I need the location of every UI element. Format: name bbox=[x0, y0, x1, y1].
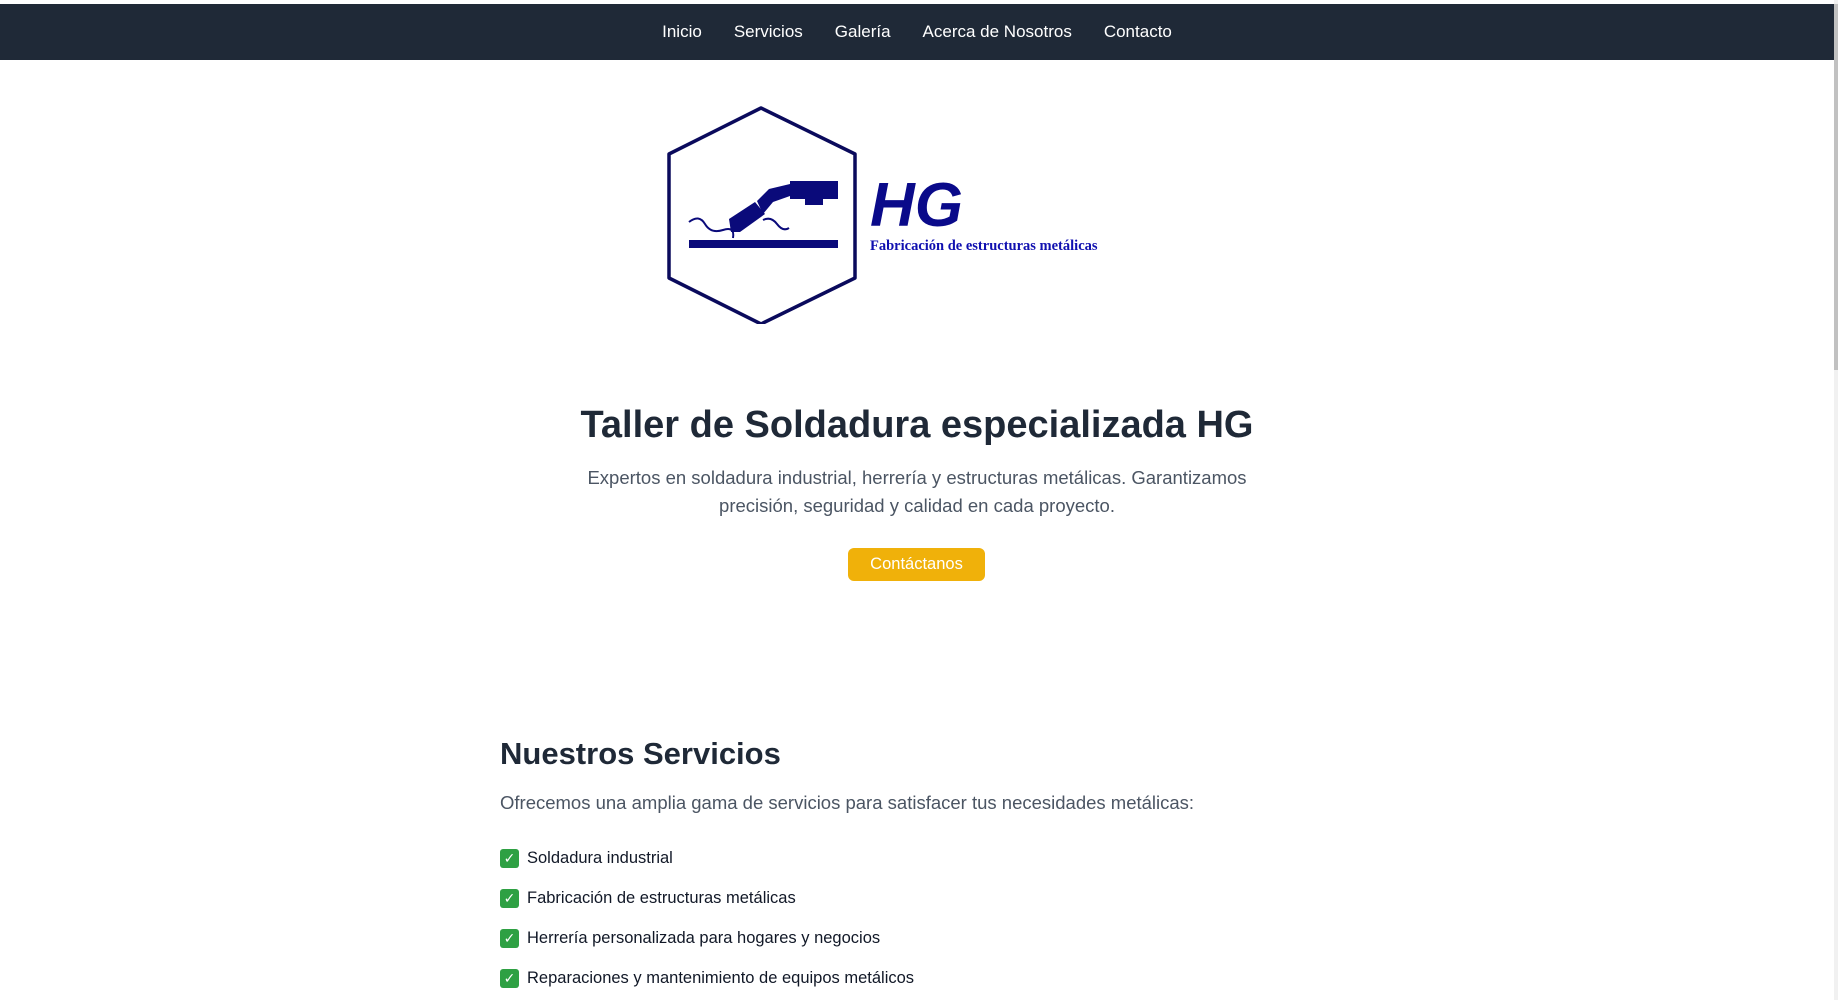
services-list: ✓ Soldadura industrial ✓ Fabricación de … bbox=[500, 838, 914, 998]
contact-cta-button[interactable]: Contáctanos bbox=[848, 548, 985, 581]
logo-tagline-text: Fabricación de estructuras metálicas bbox=[870, 238, 1098, 254]
list-item: ✓ Fabricación de estructuras metálicas bbox=[500, 878, 914, 918]
nav-item-galeria[interactable]: Galería bbox=[835, 22, 891, 42]
nav-item-acerca[interactable]: Acerca de Nosotros bbox=[923, 22, 1072, 42]
logo-brand-text: HG bbox=[870, 171, 963, 240]
company-logo: HG Fabricación de estructuras metálicas bbox=[665, 104, 1175, 326]
nav-item-servicios[interactable]: Servicios bbox=[734, 22, 803, 42]
logo-graphic: HG Fabricación de estructuras metálicas bbox=[667, 106, 1098, 326]
page-scrollbar[interactable] bbox=[1834, 0, 1838, 1000]
torch-tip-block bbox=[805, 199, 823, 205]
services-intro: Ofrecemos una amplia gama de servicios p… bbox=[500, 792, 1195, 813]
workpiece-plate bbox=[689, 240, 838, 248]
check-icon: ✓ bbox=[500, 928, 519, 948]
service-label: Reparaciones y mantenimiento de equipos … bbox=[527, 968, 915, 987]
hero-title: Taller de Soldadura especializada HG bbox=[580, 404, 1254, 446]
check-icon: ✓ bbox=[500, 968, 519, 988]
service-label: Fabricación de estructuras metálicas bbox=[527, 888, 796, 907]
list-item: ✓ Reparaciones y mantenimiento de equipo… bbox=[500, 958, 914, 998]
check-icon: ✓ bbox=[500, 848, 519, 868]
nav-item-contacto[interactable]: Contacto bbox=[1104, 22, 1172, 42]
service-label: Herrería personalizada para hogares y ne… bbox=[527, 928, 881, 947]
list-item: ✓ Soldadura industrial bbox=[500, 838, 914, 878]
services-title: Nuestros Servicios bbox=[500, 736, 781, 771]
hero-description: Expertos en soldadura industrial, herrer… bbox=[587, 467, 1247, 516]
torch-head bbox=[790, 181, 838, 199]
nav-item-inicio[interactable]: Inicio bbox=[662, 22, 702, 42]
service-label: Soldadura industrial bbox=[527, 848, 673, 867]
scrollbar-thumb[interactable] bbox=[1834, 4, 1838, 370]
check-icon: ✓ bbox=[500, 888, 519, 908]
list-item: ✓ Herrería personalizada para hogares y … bbox=[500, 918, 914, 958]
main-navbar: Inicio Servicios Galería Acerca de Nosot… bbox=[0, 4, 1834, 60]
